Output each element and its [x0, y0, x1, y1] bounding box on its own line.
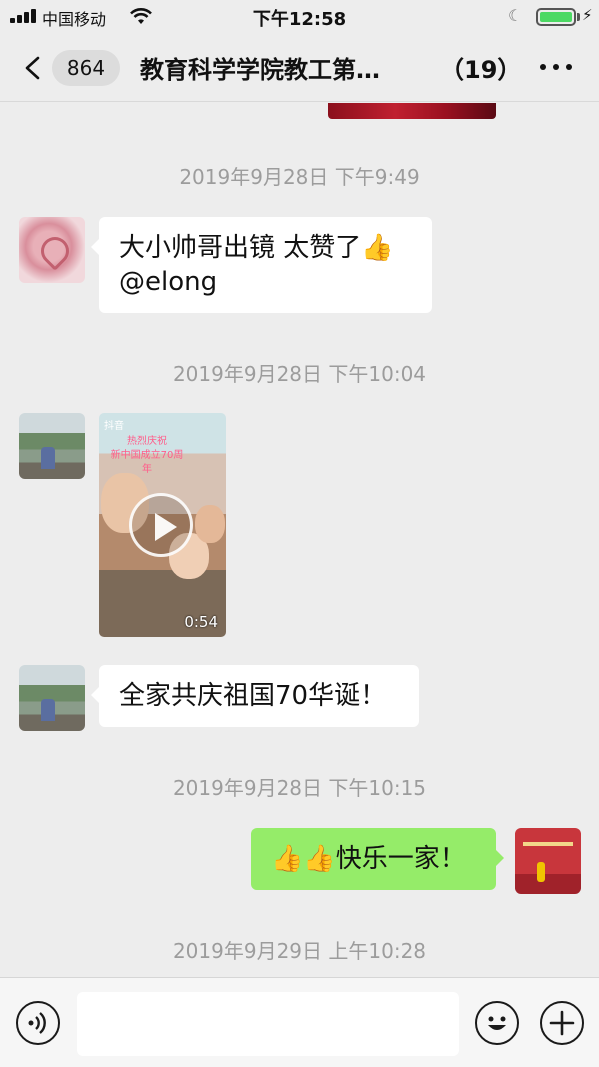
timestamp: 2019年9月29日 上午10:28 — [172, 939, 427, 963]
charging-icon: ⚡ — [582, 6, 593, 24]
my-message-bubble[interactable]: 👍👍快乐一家！ — [251, 828, 504, 890]
me-avatar[interactable] — [515, 828, 581, 894]
member-count: （19） — [440, 56, 522, 84]
chat-header: 864 教育科学学院教工第… （19） — [0, 34, 599, 102]
message-text: 👍👍快乐一家！ — [271, 844, 466, 874]
hands-avatar[interactable] — [19, 217, 85, 283]
plus-icon — [549, 1010, 575, 1036]
timestamp: 2019年9月28日 下午9:49 — [179, 165, 420, 189]
more-icon[interactable] — [538, 58, 574, 78]
video-caption: 热烈庆祝 新中国成立70周年 — [110, 436, 184, 475]
video-brand: 抖音 — [104, 421, 124, 432]
unread-count-badge: 864 — [52, 50, 120, 86]
timestamp: 2019年9月28日 下午10:15 — [172, 776, 427, 800]
emoji-icon — [488, 1016, 506, 1030]
message-bubble[interactable]: 全家共庆祖国70华诞！ — [91, 665, 419, 727]
play-icon[interactable] — [129, 493, 193, 557]
timestamp: 2019年9月28日 下午10:04 — [172, 362, 427, 386]
mention-text: @elong — [119, 267, 218, 297]
message-list[interactable]: 2019年9月28日 下午9:49 大小帅哥出镜 太赞了👍 @elong 201… — [0, 103, 599, 976]
chevron-left-icon — [25, 56, 40, 80]
chat-title: 教育科学学院教工第… — [140, 56, 380, 84]
garden-avatar[interactable] — [19, 665, 85, 731]
garden-avatar[interactable] — [19, 413, 85, 479]
battery-icon — [536, 8, 576, 26]
video-duration: 0:54 — [184, 613, 218, 631]
battery-tip — [577, 13, 580, 21]
message-input[interactable] — [77, 992, 459, 1056]
message-text: 全家共庆祖国70华诞！ — [119, 681, 387, 711]
voice-button[interactable] — [16, 1001, 60, 1045]
input-bar — [0, 977, 599, 1067]
voice-icon — [28, 1012, 46, 1034]
plus-button[interactable] — [540, 1001, 584, 1045]
emoji-button[interactable] — [475, 1001, 519, 1045]
message-bubble[interactable]: 大小帅哥出镜 太赞了👍 @elong — [91, 217, 432, 313]
message-text: 大小帅哥出镜 太赞了👍 — [119, 233, 394, 263]
previous-image-message[interactable] — [328, 103, 496, 119]
video-message[interactable]: 抖音 热烈庆祝 新中国成立70周年 0:54 — [99, 413, 226, 637]
back-button[interactable]: 864 — [14, 48, 124, 88]
status-bar: 中国移动 下午12:58 ☾ ⚡ — [0, 0, 599, 34]
video-thumbnail-face — [195, 505, 225, 543]
do-not-disturb-icon: ☾ — [508, 6, 523, 25]
